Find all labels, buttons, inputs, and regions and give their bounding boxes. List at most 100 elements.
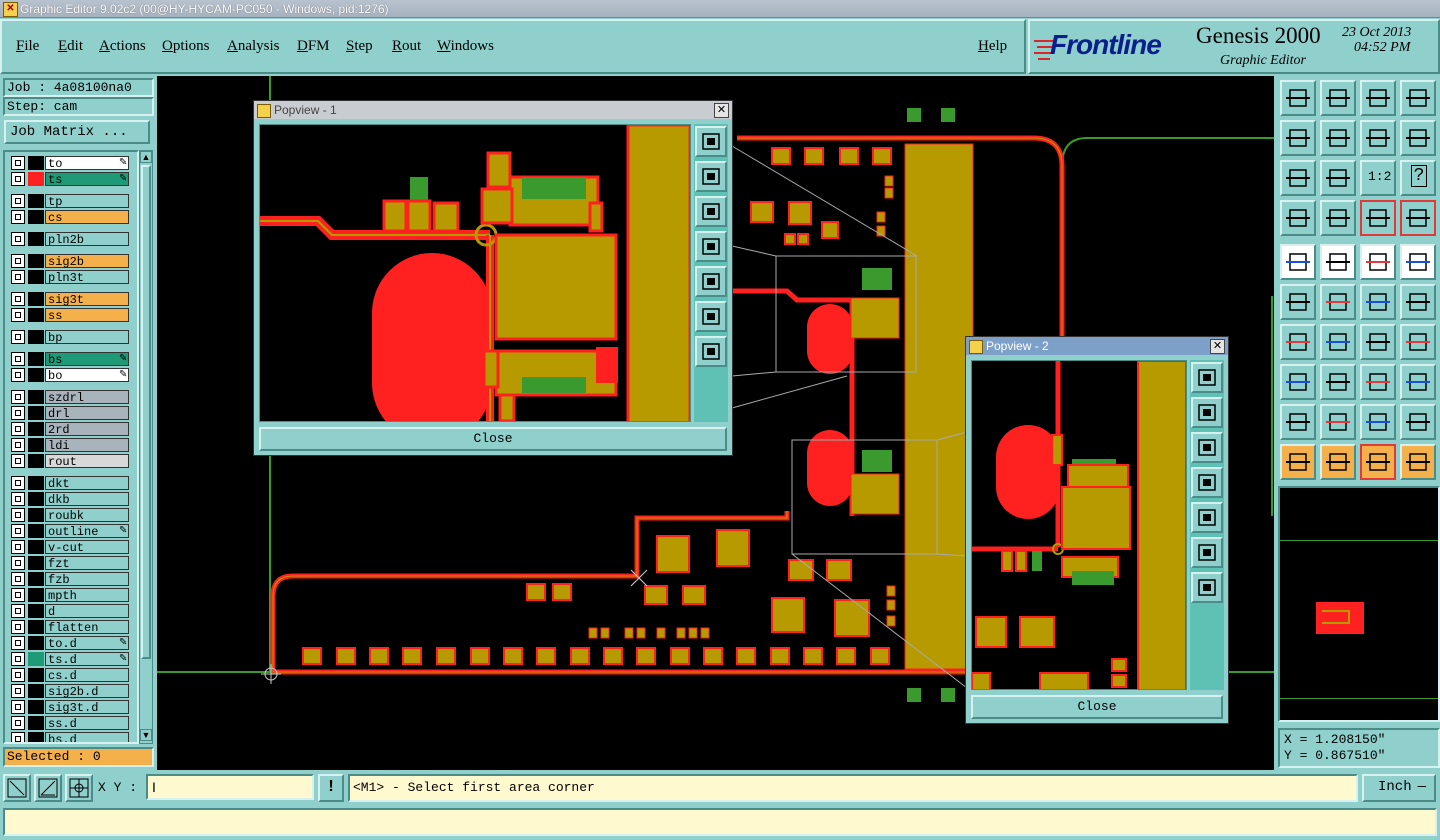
popview-tool-4-icon[interactable]: [1191, 502, 1223, 533]
layer-color-swatch[interactable]: [28, 454, 44, 468]
popview-tool-3-icon[interactable]: [695, 231, 727, 262]
layer-color-swatch[interactable]: [28, 492, 44, 506]
layers-red-icon[interactable]: [1400, 200, 1436, 236]
layer-checkbox[interactable]: [11, 406, 25, 420]
layout-icon[interactable]: [1400, 80, 1436, 116]
layer-checkbox[interactable]: [11, 292, 25, 306]
layer-color-swatch[interactable]: [28, 716, 44, 730]
layer-name[interactable]: drl: [45, 406, 129, 421]
layer-color-swatch[interactable]: [28, 406, 44, 420]
layer-list-scrollbar[interactable]: ▲ ▼: [139, 150, 153, 744]
layer-row-fzt[interactable]: fzt: [11, 556, 129, 571]
popview-2-title-bar[interactable]: Popview - 2 ✕: [966, 337, 1228, 355]
layer-checkbox[interactable]: [11, 524, 25, 538]
layer-checkbox[interactable]: [11, 604, 25, 618]
layer-name[interactable]: bp: [45, 330, 129, 345]
layer-color-swatch[interactable]: [28, 684, 44, 698]
layer-name[interactable]: v-cut: [45, 540, 129, 555]
layer-checkbox[interactable]: [11, 308, 25, 322]
grid-icon[interactable]: [1320, 200, 1356, 236]
layer-checkbox[interactable]: [11, 476, 25, 490]
layer-color-swatch[interactable]: [28, 194, 44, 208]
layer-checkbox[interactable]: [11, 652, 25, 666]
layer-row-drl[interactable]: drl: [11, 406, 129, 421]
triangle2-icon[interactable]: [1320, 404, 1356, 440]
layer-checkbox[interactable]: [11, 390, 25, 404]
layer-checkbox[interactable]: [11, 508, 25, 522]
split-icon[interactable]: [1400, 324, 1436, 360]
menu-windows[interactable]: Windows: [437, 38, 494, 55]
layer-name[interactable]: outline: [45, 524, 129, 539]
layer-checkbox[interactable]: [11, 454, 25, 468]
layer-name[interactable]: to: [45, 156, 129, 171]
layer-row-sig2b[interactable]: sig2b: [11, 254, 129, 269]
layer-name[interactable]: rout: [45, 454, 129, 469]
layer-checkbox[interactable]: [11, 368, 25, 382]
layer-color-swatch[interactable]: [28, 156, 44, 170]
pointer-red-icon[interactable]: [1360, 444, 1396, 480]
layer-color-swatch[interactable]: [28, 438, 44, 452]
popview-tool-4-icon[interactable]: [695, 266, 727, 297]
popview-1-view[interactable]: [259, 124, 691, 422]
layer-row-tp[interactable]: tp: [11, 194, 129, 209]
layer-color-swatch[interactable]: [28, 270, 44, 284]
scroll-thumb[interactable]: [141, 165, 151, 659]
home-icon[interactable]: [1360, 80, 1396, 116]
layer-color-swatch[interactable]: [28, 572, 44, 586]
layer-color-swatch[interactable]: [28, 556, 44, 570]
layer-name[interactable]: szdrl: [45, 390, 129, 405]
minus-line-icon[interactable]: [1320, 364, 1356, 400]
command-line[interactable]: [3, 808, 1437, 836]
angle-icon[interactable]: [1280, 324, 1316, 360]
center-icon[interactable]: [1320, 160, 1356, 196]
layer-color-swatch[interactable]: [28, 352, 44, 366]
layer-name[interactable]: bo: [45, 368, 129, 383]
layer-row-pln2b[interactable]: pln2b: [11, 232, 129, 247]
layer-row-roubk[interactable]: roubk: [11, 508, 129, 523]
layer-row-v-cut[interactable]: v-cut: [11, 540, 129, 555]
popview-tool-1-icon[interactable]: [1191, 397, 1223, 428]
popview-tool-5-icon[interactable]: [695, 301, 727, 332]
layer-color-swatch[interactable]: [28, 700, 44, 714]
layer-row-2rd[interactable]: 2rd: [11, 422, 129, 437]
layer-checkbox[interactable]: [11, 684, 25, 698]
layer-name[interactable]: roubk: [45, 508, 129, 523]
layer-name[interactable]: cs.d: [45, 668, 129, 683]
menu-edit[interactable]: Edit: [58, 38, 83, 55]
popview-tool-3-icon[interactable]: [1191, 467, 1223, 498]
layer-name[interactable]: ts.d: [45, 652, 129, 667]
popview-tool-6-icon[interactable]: [1191, 572, 1223, 603]
snap-grid-icon[interactable]: [65, 774, 93, 802]
layer-name[interactable]: sig3t.d: [45, 700, 129, 715]
layer-color-swatch[interactable]: [28, 668, 44, 682]
menu-step[interactable]: Step: [346, 38, 373, 55]
layer-color-swatch[interactable]: [28, 172, 44, 186]
layer-row-ss-d[interactable]: ss.d: [11, 716, 129, 731]
xy-input[interactable]: I: [146, 774, 314, 800]
layer-name[interactable]: ss.d: [45, 716, 129, 731]
triangle-icon[interactable]: [1280, 404, 1316, 440]
arch2-icon[interactable]: [1400, 404, 1436, 440]
scroll-down-icon[interactable]: ▼: [140, 729, 152, 741]
layer-row-cs[interactable]: cs: [11, 210, 129, 225]
popview-tool-5-icon[interactable]: [1191, 537, 1223, 568]
layer-row-bp[interactable]: bp: [11, 330, 129, 345]
measure-icon[interactable]: [1360, 244, 1396, 280]
layer-color-swatch[interactable]: [28, 524, 44, 538]
layer-name[interactable]: sig2b.d: [45, 684, 129, 699]
layer-row-ss[interactable]: ss: [11, 308, 129, 323]
layer-name[interactable]: ts: [45, 172, 129, 187]
tool-icon[interactable]: [1280, 200, 1316, 236]
alert-icon[interactable]: !: [318, 774, 344, 802]
layer-color-swatch[interactable]: [28, 368, 44, 382]
layer-name[interactable]: flatten: [45, 620, 129, 635]
menu-file[interactable]: File: [16, 38, 39, 55]
layer-name[interactable]: bs: [45, 352, 129, 367]
layer-checkbox[interactable]: [11, 330, 25, 344]
layer-checkbox[interactable]: [11, 156, 25, 170]
units-selector[interactable]: Inch —: [1362, 774, 1436, 802]
node-icon[interactable]: [1280, 284, 1316, 320]
layer-color-swatch[interactable]: [28, 232, 44, 246]
arch-icon[interactable]: [1360, 404, 1396, 440]
connect2-icon[interactable]: [1400, 284, 1436, 320]
